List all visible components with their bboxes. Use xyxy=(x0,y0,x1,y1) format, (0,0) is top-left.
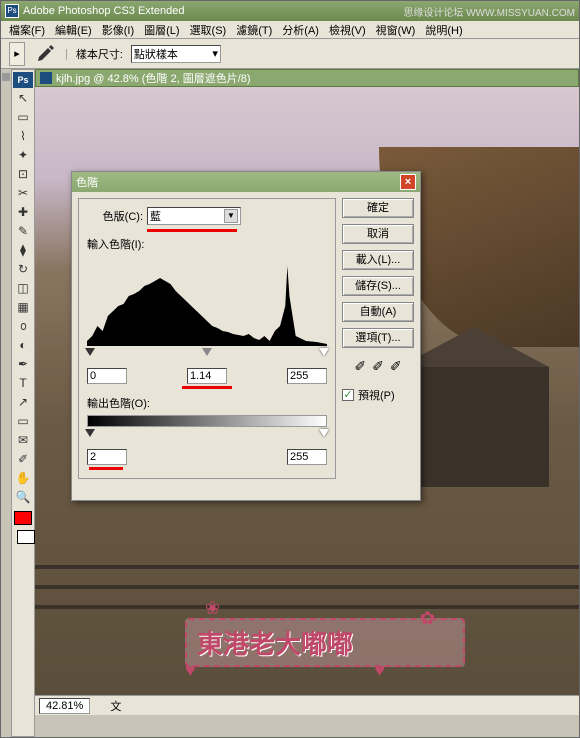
slice-tool-icon[interactable]: ✂ xyxy=(13,184,33,202)
save-button[interactable]: 儲存(S)... xyxy=(342,276,414,296)
chevron-down-icon: ▼ xyxy=(224,209,238,223)
histogram xyxy=(87,256,327,346)
type-tool-icon[interactable]: T xyxy=(13,374,33,392)
menu-bar: 檔案(F) 編輯(E) 影像(I) 圖層(L) 選取(S) 濾鏡(T) 分析(A… xyxy=(1,21,579,39)
notes-tool-icon[interactable]: ✉ xyxy=(13,431,33,449)
load-button[interactable]: 載入(L)... xyxy=(342,250,414,270)
output-levels-label: 輸出色階(O): xyxy=(87,395,150,411)
eraser-tool-icon[interactable]: ◫ xyxy=(13,279,33,297)
toolbox: Ps ↖ ▭ ⌇ ✦ ⊡ ✂ ✚ ✎ ⧫ ↻ ◫ ▦ ൦ ◐ ✒ T ↗ ▭ ✉… xyxy=(11,69,35,737)
annotation-line-2 xyxy=(182,386,232,389)
eyedropper-tool-icon[interactable]: ✐ xyxy=(13,450,33,468)
background-swatch[interactable] xyxy=(17,530,35,544)
blur-tool-icon[interactable]: ൦ xyxy=(13,317,33,335)
out-white-handle[interactable] xyxy=(319,429,329,437)
preview-label: 預視(P) xyxy=(358,387,395,403)
output-black-field[interactable]: 2 xyxy=(87,449,127,465)
output-slider[interactable] xyxy=(87,429,327,443)
black-point-handle[interactable] xyxy=(85,348,95,356)
foreground-swatch[interactable] xyxy=(14,511,32,525)
auto-button[interactable]: 自動(A) xyxy=(342,302,414,322)
channel-select[interactable]: 藍▼ xyxy=(147,207,241,225)
input-levels-label: 輸入色階(I): xyxy=(87,236,144,252)
gamma-handle[interactable] xyxy=(202,348,212,356)
app-titlebar: Ps Adobe Photoshop CS3 Extended 思缘设计论坛 W… xyxy=(1,1,579,21)
input-black-field[interactable]: 0 xyxy=(87,368,127,384)
preview-checkbox[interactable]: ✓ xyxy=(342,389,354,401)
menu-window[interactable]: 視窗(W) xyxy=(372,21,420,39)
status-bar: 42.81% 文 xyxy=(35,695,579,715)
gradient-tool-icon[interactable]: ▦ xyxy=(13,298,33,316)
zoom-value[interactable]: 42.81% xyxy=(39,698,90,714)
white-eyedropper-icon[interactable]: ✐ xyxy=(390,358,402,375)
app-title: Adobe Photoshop CS3 Extended xyxy=(23,5,184,17)
dialog-titlebar[interactable]: 色階 × xyxy=(72,172,420,192)
menu-file[interactable]: 檔案(F) xyxy=(5,21,49,39)
left-strip xyxy=(1,69,11,737)
black-eyedropper-icon[interactable]: ✐ xyxy=(354,358,366,375)
path-tool-icon[interactable]: ↗ xyxy=(13,393,33,411)
close-button[interactable]: × xyxy=(400,174,416,190)
stamp-tool-icon[interactable]: ⧫ xyxy=(13,241,33,259)
status-info: 文 xyxy=(110,698,121,714)
input-gamma-field[interactable]: 1.14 xyxy=(187,368,227,384)
levels-dialog: 色階 × 色版(C): 藍▼ 輸入色階(I): xyxy=(71,171,421,501)
annotation-line-3 xyxy=(89,467,123,470)
options-button[interactable]: 選項(T)... xyxy=(342,328,414,348)
move-tool-icon[interactable]: ↖ xyxy=(13,89,33,107)
dialog-left-panel: 色版(C): 藍▼ 輸入色階(I): 0 1.14 255 xyxy=(78,198,336,479)
options-bar: ▸ | 樣本尺寸: 點狀樣本▾ xyxy=(1,39,579,69)
sample-size-label: 樣本尺寸: xyxy=(76,46,123,62)
menu-edit[interactable]: 編輯(E) xyxy=(51,21,96,39)
brush-tool-icon[interactable]: ✎ xyxy=(13,222,33,240)
watermark-text: 思缘设计论坛 WWW.MISSYUAN.COM xyxy=(403,4,575,19)
input-slider[interactable] xyxy=(87,348,327,362)
crop-tool-icon[interactable]: ⊡ xyxy=(13,165,33,183)
history-brush-icon[interactable]: ↻ xyxy=(13,260,33,278)
document-icon xyxy=(40,72,52,84)
bottom-scroll[interactable] xyxy=(35,715,579,737)
ps-logo-icon[interactable]: Ps xyxy=(13,72,33,88)
marquee-tool-icon[interactable]: ▭ xyxy=(13,108,33,126)
menu-help[interactable]: 說明(H) xyxy=(421,21,466,39)
output-white-field[interactable]: 255 xyxy=(287,449,327,465)
output-gradient xyxy=(87,415,327,427)
wand-tool-icon[interactable]: ✦ xyxy=(13,146,33,164)
hand-tool-icon[interactable]: ✋ xyxy=(13,469,33,487)
app-icon: Ps xyxy=(5,4,19,18)
zoom-tool-icon[interactable]: 🔍 xyxy=(13,488,33,506)
eyedropper-icon xyxy=(33,42,57,66)
shape-tool-icon[interactable]: ▭ xyxy=(13,412,33,430)
document-titlebar[interactable]: kjlh.jpg @ 42.8% (色階 2, 圖層遮色片/8) xyxy=(35,69,579,87)
menu-image[interactable]: 影像(I) xyxy=(98,21,138,39)
menu-select[interactable]: 選取(S) xyxy=(186,21,231,39)
channel-label: 色版(C): xyxy=(87,208,143,224)
document-title: kjlh.jpg @ 42.8% (色階 2, 圖層遮色片/8) xyxy=(56,70,251,86)
heal-tool-icon[interactable]: ✚ xyxy=(13,203,33,221)
dialog-title: 色階 xyxy=(76,174,98,190)
dialog-right-panel: 確定 取消 載入(L)... 儲存(S)... 自動(A) 選項(T)... ✐… xyxy=(342,198,414,479)
gray-eyedropper-icon[interactable]: ✐ xyxy=(372,358,384,375)
pen-tool-icon[interactable]: ✒ xyxy=(13,355,33,373)
menu-analysis[interactable]: 分析(A) xyxy=(278,21,323,39)
tool-preset-dropdown[interactable]: ▸ xyxy=(9,42,25,66)
input-white-field[interactable]: 255 xyxy=(287,368,327,384)
menu-filter[interactable]: 濾鏡(T) xyxy=(232,21,276,39)
lasso-tool-icon[interactable]: ⌇ xyxy=(13,127,33,145)
cancel-button[interactable]: 取消 xyxy=(342,224,414,244)
out-black-handle[interactable] xyxy=(85,429,95,437)
ok-button[interactable]: 確定 xyxy=(342,198,414,218)
white-point-handle[interactable] xyxy=(319,348,329,356)
menu-view[interactable]: 檢視(V) xyxy=(325,21,370,39)
sample-size-select[interactable]: 點狀樣本▾ xyxy=(131,45,221,63)
dodge-tool-icon[interactable]: ◐ xyxy=(13,336,33,354)
menu-layer[interactable]: 圖層(L) xyxy=(140,21,183,39)
annotation-line-1 xyxy=(147,229,237,232)
